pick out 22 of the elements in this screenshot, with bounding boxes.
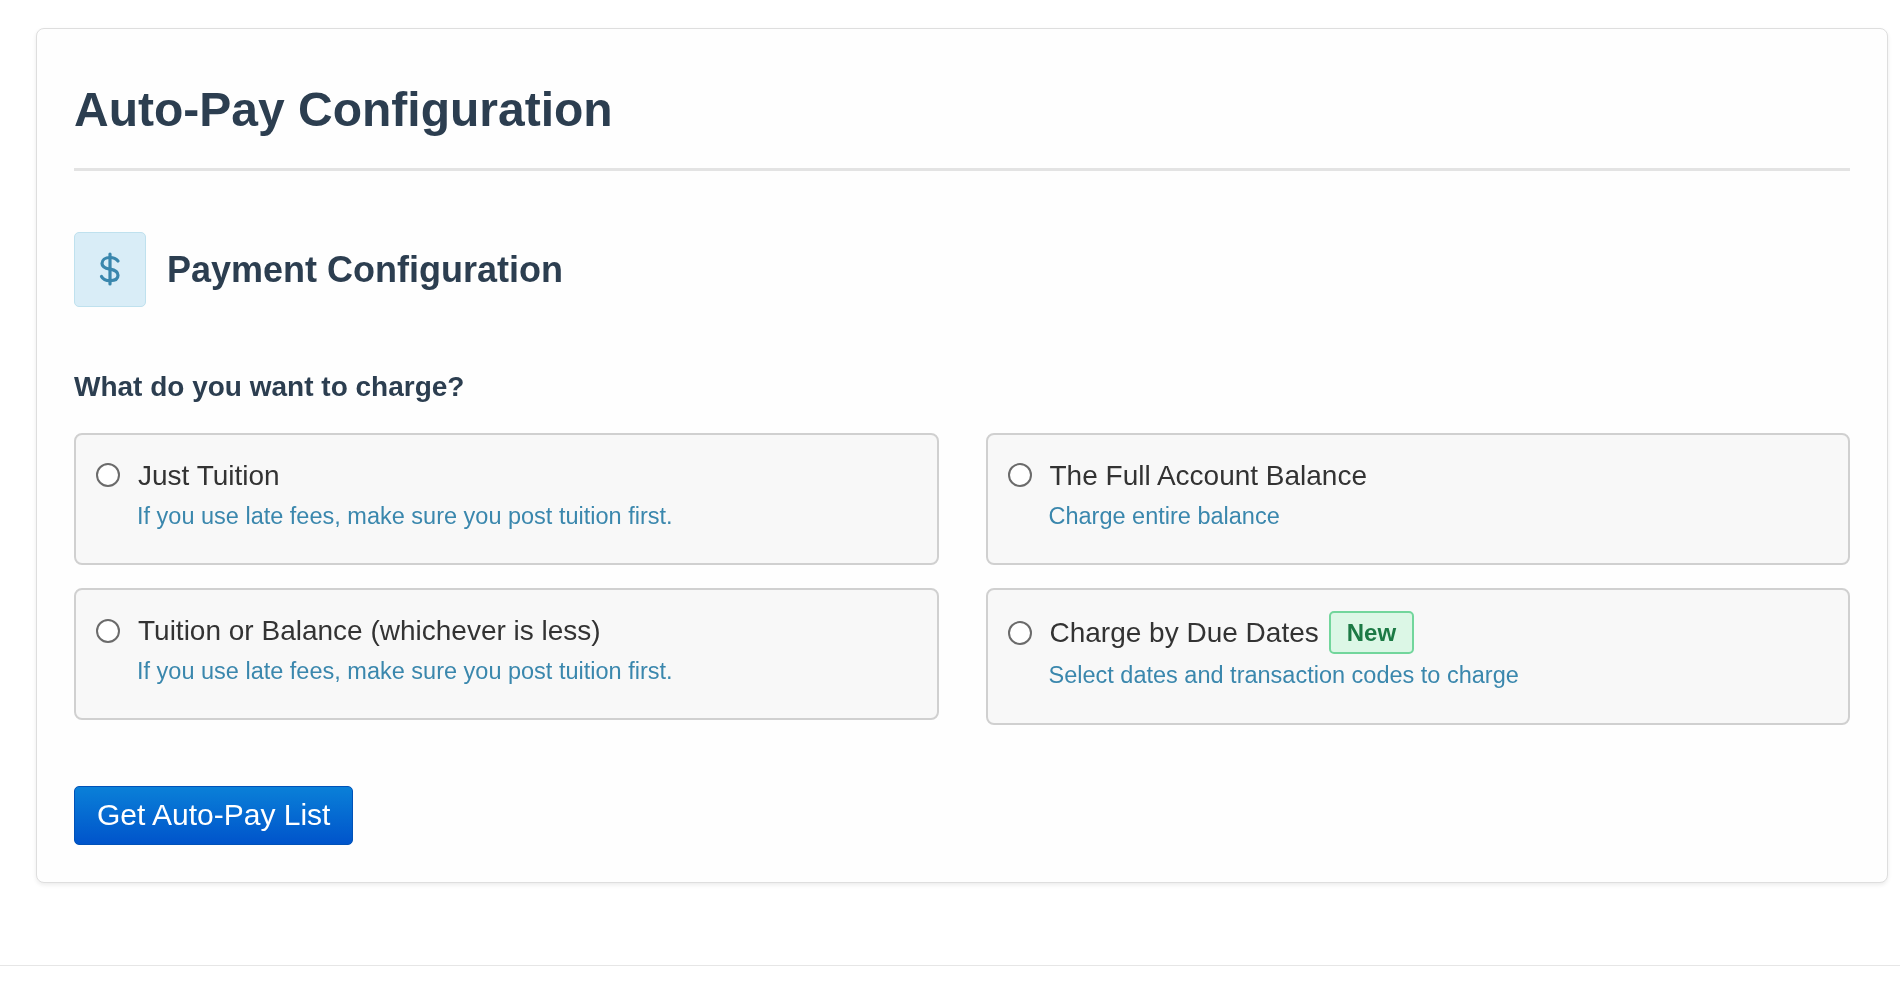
get-list-button[interactable]: Get Auto-Pay List	[74, 785, 354, 845]
option-description: If you use late fees, make sure you post tuition first.	[137, 502, 674, 531]
radio-button[interactable]	[96, 463, 120, 488]
dollar-icon	[74, 231, 146, 307]
option-card[interactable]: Tuition or Balance (whichever is less) If you use late fees, make sure you post tuition first.	[74, 588, 939, 721]
new-badge: New	[1328, 611, 1415, 655]
option-card[interactable]: Just Tuition If you use late fees, make sure you post tuition first.	[74, 433, 939, 566]
option-description: Charge entire balance	[1048, 502, 1281, 531]
option-label: Just Tuition	[138, 459, 280, 493]
option-card[interactable]: Charge by Due Dates New Select dates and transaction codes to charge	[985, 588, 1850, 725]
section-title: Payment Configuration	[167, 247, 564, 291]
charge-question: What do you want to charge?	[74, 369, 466, 404]
radio-button[interactable]	[1007, 463, 1032, 488]
option-label: The Full Account Balance	[1049, 459, 1367, 493]
option-description: If you use late fees, make sure you post tuition first.	[137, 657, 674, 686]
option-label: Charge by Due Dates	[1049, 616, 1319, 651]
page-title: Auto-Pay Configuration	[74, 82, 614, 138]
option-description: Select dates and transaction codes to charge	[1048, 661, 1520, 690]
option-label: Tuition or Balance (whichever is less)	[138, 614, 601, 649]
radio-button[interactable]	[1007, 620, 1032, 645]
option-card[interactable]: The Full Account Balance Charge entire balance	[985, 433, 1850, 566]
radio-button[interactable]	[96, 618, 120, 643]
